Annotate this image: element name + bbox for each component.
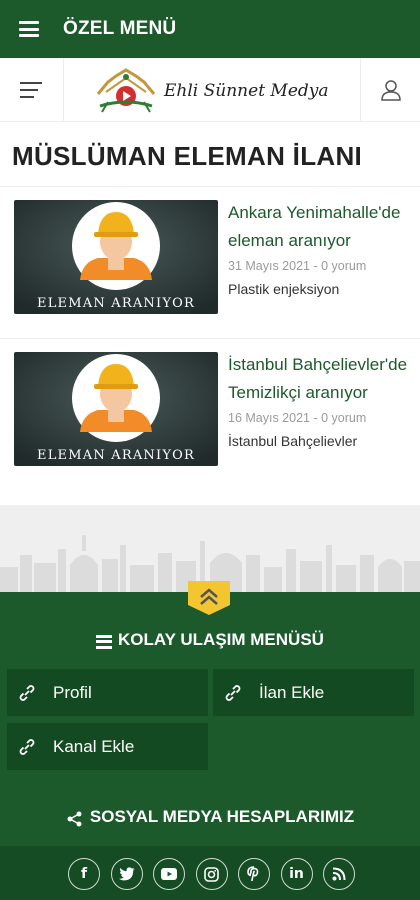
social-media-label: SOSYAL MEDYA HESAPLARIMIZ [89, 807, 355, 826]
post-thumbnail[interactable]: ELEMAN ARANIYOR [14, 200, 218, 314]
quick-link-label: Profil [53, 682, 92, 702]
quick-link-add-listing[interactable]: İlan Ekle [213, 669, 414, 716]
post-thumbnail[interactable]: ELEMAN ARANIYOR [14, 352, 218, 466]
user-account-button[interactable] [360, 58, 420, 121]
twitter-icon[interactable] [110, 858, 143, 890]
site-logo[interactable]: Ehli Sünnet Medya [94, 68, 334, 114]
post-list: ELEMAN ARANIYOR Ankara Yenimahalle'de el… [0, 186, 420, 490]
pinterest-icon[interactable] [238, 858, 270, 890]
worker-illustration: ELEMAN ARANIYOR [14, 200, 218, 314]
rss-icon[interactable] [323, 858, 355, 890]
quick-access-menu-label: KOLAY ULAŞIM MENÜSÜ [118, 630, 324, 649]
social-media-title: SOSYAL MEDYA HESAPLARIMIZ [0, 806, 420, 828]
post-meta: 16 Mayıs 2021 - 0 yorum [228, 411, 367, 425]
link-icon [17, 683, 37, 703]
linkedin-icon[interactable]: in [280, 858, 313, 890]
quick-link-label: İlan Ekle [259, 682, 325, 702]
scroll-to-top-button[interactable] [184, 581, 234, 617]
post-text: İstanbul Bahçelievler'de Temizlikçi aran… [228, 351, 414, 477]
quick-access-menu-title: KOLAY ULAŞIM MENÜSÜ [0, 630, 420, 650]
post-excerpt: Plastik enjeksiyon [228, 281, 340, 297]
post-text: Ankara Yenimahalle'de eleman aranıyor 31… [228, 199, 414, 325]
menu-icon [96, 634, 113, 649]
link-icon [223, 683, 243, 703]
post-title[interactable]: Ankara Yenimahalle'de eleman aranıyor [228, 199, 414, 255]
top-bar-title: ÖZEL MENÜ [63, 18, 177, 39]
link-icon [17, 737, 37, 757]
user-icon [380, 79, 401, 101]
thumbnail-caption: ELEMAN ARANIYOR [37, 448, 195, 463]
facebook-icon[interactable]: f [68, 858, 100, 890]
top-app-bar: ÖZEL MENÜ [0, 0, 420, 58]
quick-link-label: Kanal Ekle [53, 736, 135, 756]
logo-text: Ehli Sünnet Medya [164, 81, 329, 101]
post-card[interactable]: ELEMAN ARANIYOR İstanbul Bahçelievler'de… [0, 338, 420, 490]
post-meta: 31 Mayıs 2021 - 0 yorum [228, 259, 367, 273]
site-header: Ehli Sünnet Medya [0, 58, 420, 122]
menu-button[interactable] [0, 58, 64, 121]
thumbnail-caption: ELEMAN ARANIYOR [37, 296, 195, 311]
menu-lines-icon [19, 81, 42, 98]
share-icon [67, 811, 82, 827]
quick-link-profile[interactable]: Profil [7, 669, 208, 716]
hamburger-menu-icon[interactable] [19, 21, 39, 37]
post-card[interactable]: ELEMAN ARANIYOR Ankara Yenimahalle'de el… [0, 186, 420, 338]
post-excerpt: İstanbul Bahçelievler [228, 433, 358, 449]
youtube-icon[interactable] [153, 858, 185, 890]
chevron-up-icon [188, 581, 230, 615]
quick-link-add-channel[interactable]: Kanal Ekle [7, 723, 208, 770]
logo-emblem-icon [96, 68, 156, 113]
worker-illustration: ELEMAN ARANIYOR [14, 352, 218, 466]
page-title: MÜSLÜMAN ELEMAN İLANI [12, 141, 363, 171]
social-links: f in [68, 858, 366, 890]
instagram-icon[interactable] [195, 858, 228, 890]
post-title[interactable]: İstanbul Bahçelievler'de Temizlikçi aran… [228, 351, 414, 407]
